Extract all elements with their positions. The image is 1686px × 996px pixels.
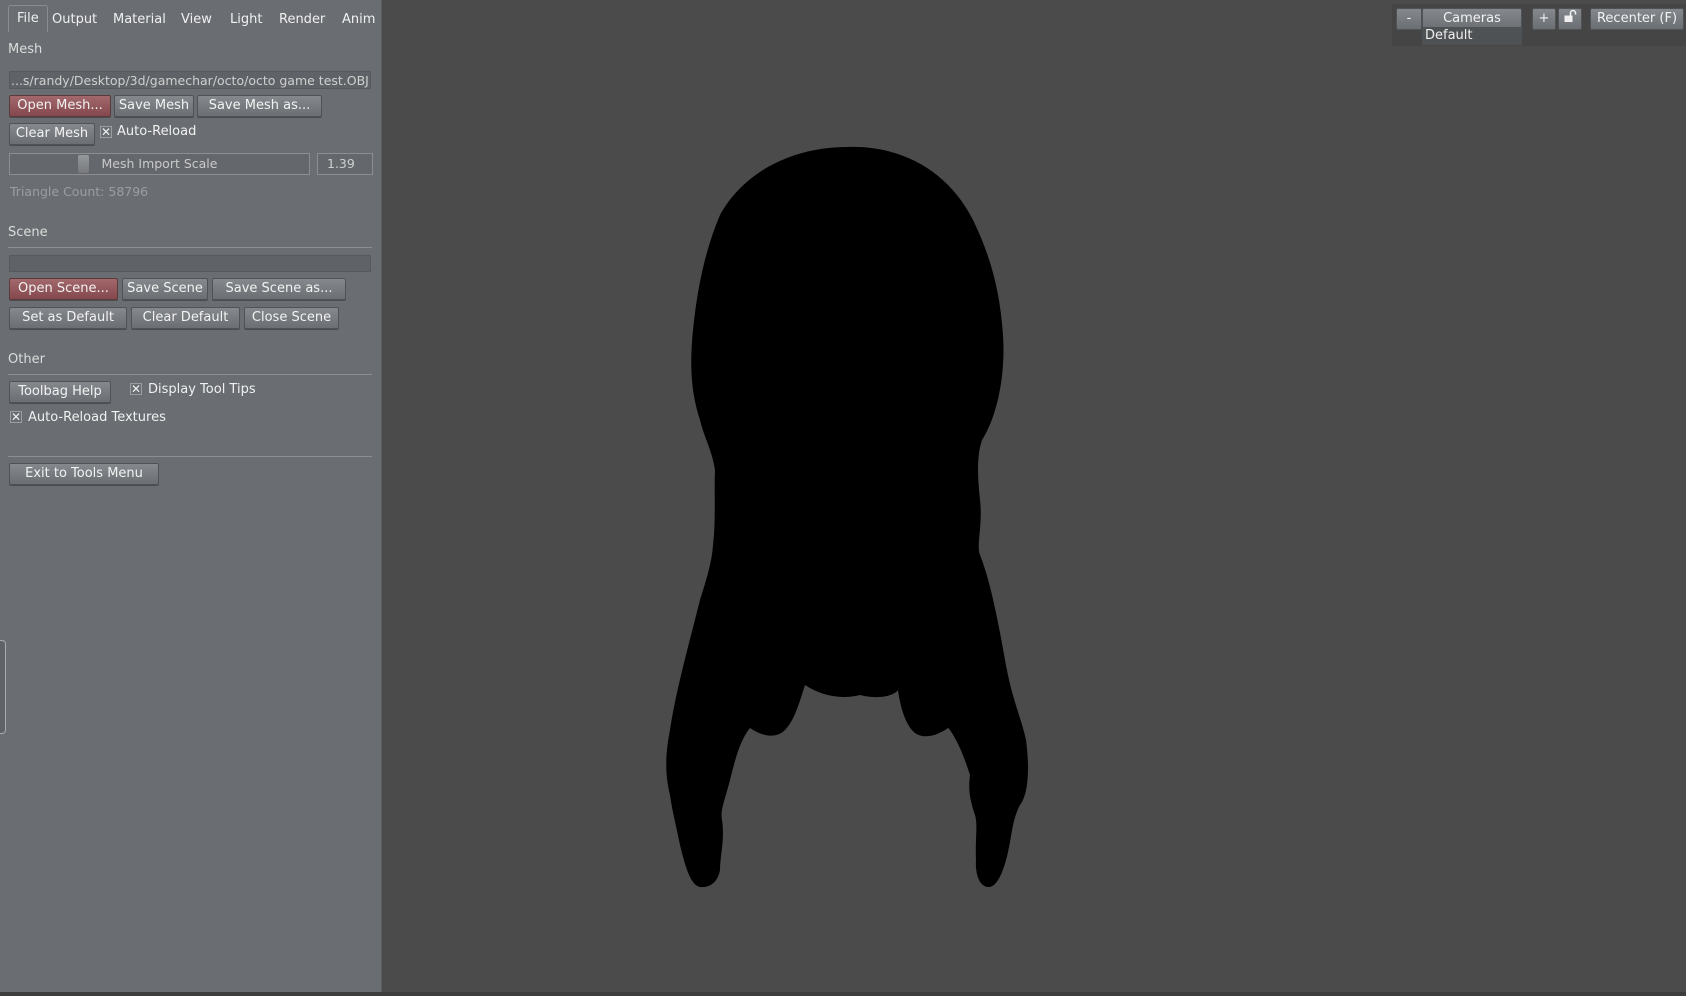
tab-material[interactable]: Material	[109, 10, 170, 30]
left-tool-panel: File Output Material View Light Render A…	[0, 0, 382, 996]
mesh-section-title: Mesh	[8, 42, 43, 57]
mesh-import-scale-label: Mesh Import Scale	[101, 156, 218, 171]
camera-plus-button[interactable]: +	[1532, 8, 1556, 30]
camera-controls: - Cameras Default + Recenter (F)	[1392, 4, 1686, 46]
octopus-mesh	[666, 146, 1028, 888]
open-scene-button[interactable]: Open Scene...	[9, 278, 118, 300]
other-section-title: Other	[8, 352, 45, 367]
3d-viewport[interactable]	[383, 0, 1686, 992]
auto-reload-label: Auto-Reload	[117, 124, 197, 139]
save-mesh-button[interactable]: Save Mesh	[114, 95, 194, 117]
bottom-status-strip	[0, 992, 1686, 996]
panel-collapse-handle[interactable]	[0, 640, 6, 734]
display-tool-tips-checkbox[interactable]: ✕	[130, 383, 142, 395]
save-scene-button[interactable]: Save Scene	[122, 278, 208, 300]
scene-divider	[8, 247, 372, 248]
menu-bar: File Output Material View Light Render A…	[0, 0, 382, 34]
auto-reload-textures-checkbox[interactable]: ✕	[10, 411, 22, 423]
camera-lock-button[interactable]	[1558, 8, 1582, 30]
tab-output[interactable]: Output	[48, 10, 101, 30]
set-as-default-button[interactable]: Set as Default	[9, 307, 127, 329]
lock-open-icon	[1563, 9, 1577, 27]
clear-mesh-button[interactable]: Clear Mesh	[9, 123, 95, 145]
octopus-model-silhouette	[666, 146, 1028, 888]
mesh-import-scale-value[interactable]: 1.39	[317, 153, 373, 175]
toolbag-help-button[interactable]: Toolbag Help	[9, 381, 111, 403]
tab-anim[interactable]: Anim	[338, 10, 379, 30]
mesh-import-scale-slider[interactable]: Mesh Import Scale	[9, 153, 310, 175]
auto-reload-textures-label: Auto-Reload Textures	[28, 410, 166, 425]
exit-to-tools-menu-button[interactable]: Exit to Tools Menu	[9, 463, 159, 485]
camera-minus-button[interactable]: -	[1396, 8, 1422, 30]
save-mesh-as-button[interactable]: Save Mesh as...	[197, 95, 322, 117]
recenter-button[interactable]: Recenter (F)	[1590, 8, 1684, 30]
open-mesh-button[interactable]: Open Mesh...	[9, 95, 111, 117]
tab-file[interactable]: File	[8, 5, 48, 32]
tab-light[interactable]: Light	[226, 10, 266, 30]
mesh-path-field[interactable]: ...s/randy/Desktop/3d/gamechar/octo/octo…	[9, 71, 371, 89]
current-camera-label[interactable]: Default	[1422, 27, 1522, 45]
triangle-count-text: Triangle Count: 58796	[10, 184, 149, 199]
scene-section-title: Scene	[8, 225, 48, 240]
scene-path-field[interactable]	[9, 255, 371, 272]
tab-render[interactable]: Render	[275, 10, 329, 30]
close-scene-button[interactable]: Close Scene	[244, 307, 339, 329]
save-scene-as-button[interactable]: Save Scene as...	[212, 278, 346, 300]
tab-view[interactable]: View	[177, 10, 216, 30]
exit-divider	[8, 456, 372, 457]
auto-reload-checkbox[interactable]: ✕	[100, 126, 112, 138]
clear-default-button[interactable]: Clear Default	[131, 307, 240, 329]
other-divider	[8, 374, 372, 375]
display-tool-tips-label: Display Tool Tips	[148, 382, 256, 397]
